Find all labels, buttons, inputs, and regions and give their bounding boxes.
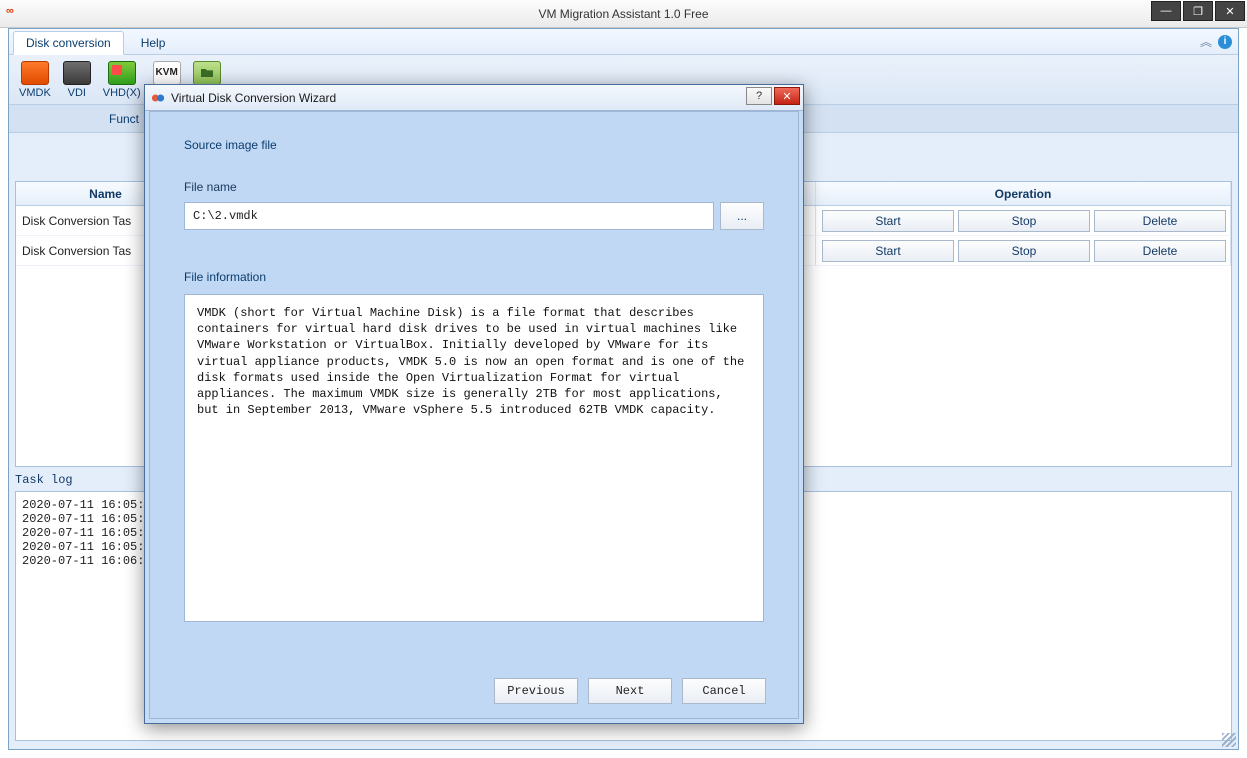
minimize-button[interactable]: — (1151, 1, 1181, 21)
dialog-body: Source image file File name ... File inf… (149, 111, 799, 719)
stop-button[interactable]: Stop (958, 240, 1090, 262)
dialog-close-button[interactable]: ✕ (774, 87, 800, 105)
resize-grip[interactable] (1222, 733, 1236, 747)
file-info-box[interactable]: VMDK (short for Virtual Machine Disk) is… (184, 294, 764, 622)
titlebar: ∞ VM Migration Assistant 1.0 Free — ❐ ✕ (0, 0, 1247, 28)
dialog-icon (151, 91, 165, 105)
start-button[interactable]: Start (822, 210, 954, 232)
tab-disk-conversion[interactable]: Disk conversion (13, 31, 124, 55)
task-log-label: Task log (15, 473, 73, 487)
delete-button[interactable]: Delete (1094, 240, 1226, 262)
file-name-label: File name (184, 180, 764, 194)
tool-vhd[interactable]: VHD(X) (103, 61, 141, 99)
tool-vdi[interactable]: VDI (63, 61, 91, 99)
cell-op: StartStopDelete (816, 206, 1231, 235)
menubar: Disk conversion Help ︽ i (9, 29, 1238, 55)
app-window: ∞ VM Migration Assistant 1.0 Free — ❐ ✕ … (0, 0, 1247, 758)
cancel-button[interactable]: Cancel (682, 678, 766, 704)
next-button[interactable]: Next (588, 678, 672, 704)
info-icon[interactable]: i (1218, 35, 1232, 49)
open-icon (193, 61, 221, 85)
vhd-icon (108, 61, 136, 85)
section-source-label: Source image file (184, 138, 764, 152)
file-info-label: File information (184, 270, 764, 284)
dialog-help-button[interactable]: ? (746, 87, 772, 105)
collapse-icon[interactable]: ︽ (1200, 33, 1212, 50)
file-name-input[interactable] (184, 202, 714, 230)
tab-help[interactable]: Help (128, 31, 179, 54)
vmdk-icon (21, 61, 49, 85)
start-button[interactable]: Start (822, 240, 954, 262)
close-button[interactable]: ✕ (1215, 1, 1245, 21)
dialog-titlebar: Virtual Disk Conversion Wizard ? ✕ (145, 85, 803, 111)
kvm-icon: KVM (153, 61, 181, 85)
browse-button[interactable]: ... (720, 202, 764, 230)
vdi-icon (63, 61, 91, 85)
dialog-title: Virtual Disk Conversion Wizard (171, 91, 336, 105)
stop-button[interactable]: Stop (958, 210, 1090, 232)
previous-button[interactable]: Previous (494, 678, 578, 704)
tool-vmdk[interactable]: VMDK (19, 61, 51, 99)
maximize-button[interactable]: ❐ (1183, 1, 1213, 21)
cell-op: StartStopDelete (816, 236, 1231, 265)
col-op: Operation (816, 182, 1231, 205)
delete-button[interactable]: Delete (1094, 210, 1226, 232)
conversion-wizard-dialog: Virtual Disk Conversion Wizard ? ✕ Sourc… (144, 84, 804, 724)
window-title: VM Migration Assistant 1.0 Free (538, 7, 708, 21)
app-logo: ∞ (6, 5, 14, 17)
